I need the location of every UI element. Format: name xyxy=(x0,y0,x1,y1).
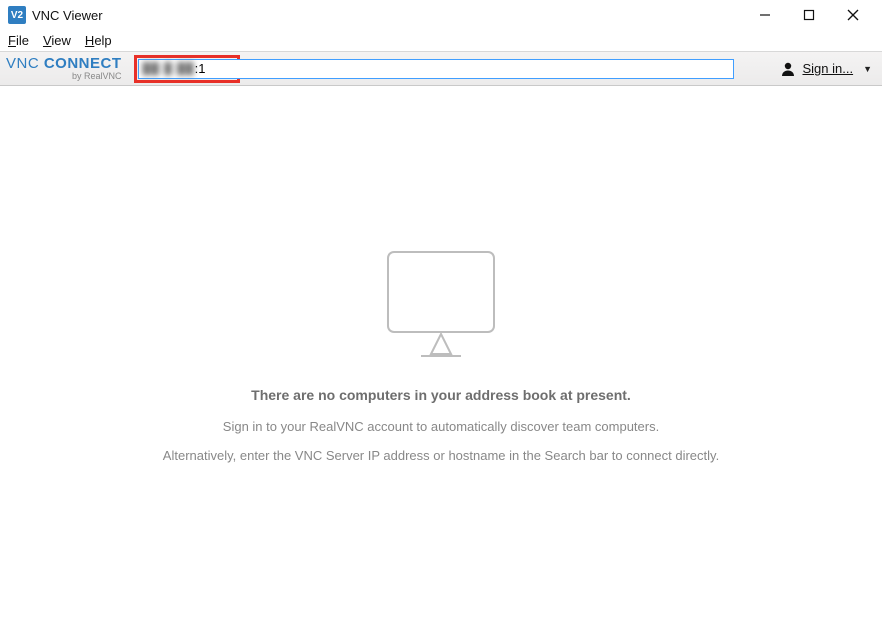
person-icon xyxy=(780,61,796,77)
address-display-visible: :1 xyxy=(195,61,206,76)
address-input[interactable]: ██ █ ██ :1 xyxy=(138,59,236,79)
brand-logo: VNC CONNECT by RealVNC xyxy=(6,56,122,81)
empty-headline: There are no computers in your address b… xyxy=(251,387,631,403)
maximize-button[interactable] xyxy=(794,3,824,27)
window-controls xyxy=(750,3,878,27)
chevron-down-icon: ▼ xyxy=(863,64,872,74)
brand-sub: by RealVNC xyxy=(72,72,122,81)
menu-file[interactable]: File xyxy=(8,33,29,48)
address-bar-wrapper: ██ █ ██ :1 xyxy=(134,55,765,83)
toolbar: VNC CONNECT by RealVNC ██ █ ██ :1 Sign i… xyxy=(0,52,882,86)
minimize-button[interactable] xyxy=(750,3,780,27)
titlebar: V2 VNC Viewer xyxy=(0,0,882,30)
monitor-icon xyxy=(381,246,501,369)
main-content: There are no computers in your address b… xyxy=(0,86,882,628)
address-input-extension[interactable] xyxy=(236,59,734,79)
address-obscured-host: ██ █ ██ xyxy=(143,63,195,75)
signin-label: Sign in... xyxy=(802,61,853,76)
address-highlight: ██ █ ██ :1 xyxy=(134,55,240,83)
empty-line-1: Sign in to your RealVNC account to autom… xyxy=(223,419,659,434)
menu-help[interactable]: Help xyxy=(85,33,112,48)
window-title: VNC Viewer xyxy=(32,8,103,23)
menu-view[interactable]: View xyxy=(43,33,71,48)
brand-connect: CONNECT xyxy=(44,55,122,72)
menubar: File View Help xyxy=(0,30,882,52)
brand-vnc: VNC xyxy=(6,55,39,72)
signin-dropdown[interactable]: Sign in... ▼ xyxy=(772,61,872,77)
close-button[interactable] xyxy=(838,3,868,27)
app-icon: V2 xyxy=(8,6,26,24)
empty-line-2: Alternatively, enter the VNC Server IP a… xyxy=(163,448,719,463)
